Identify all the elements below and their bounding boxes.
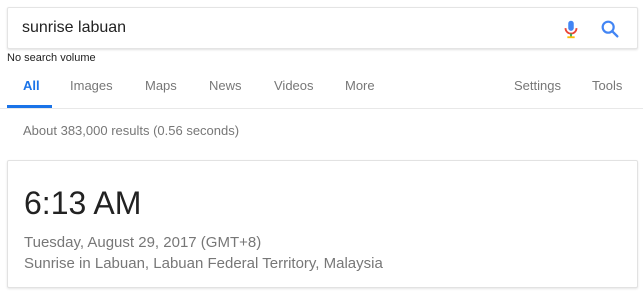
tab-videos[interactable]: Videos [274, 68, 314, 106]
tab-maps[interactable]: Maps [145, 68, 177, 106]
search-input[interactable] [22, 8, 542, 48]
sunrise-date: Tuesday, August 29, 2017 (GMT+8) [24, 234, 262, 251]
result-stats: About 383,000 results (0.56 seconds) [23, 123, 240, 138]
tab-news[interactable]: News [209, 68, 242, 106]
active-tab-indicator [7, 105, 52, 108]
microphone-icon[interactable] [560, 18, 582, 40]
sunrise-time: 6:13 AM [24, 185, 142, 221]
tab-tools[interactable]: Tools [592, 68, 622, 106]
tab-images[interactable]: Images [70, 68, 113, 106]
search-volume-note: No search volume [7, 52, 96, 64]
sunrise-location: Sunrise in Labuan, Labuan Federal Territ… [24, 255, 383, 272]
search-bar [7, 7, 638, 49]
search-icon[interactable] [599, 18, 621, 40]
sunrise-answer-card: 6:13 AM Tuesday, August 29, 2017 (GMT+8)… [7, 160, 638, 288]
search-tabs: All Images Maps News Videos More Setting… [0, 68, 643, 109]
tab-more[interactable]: More [345, 68, 375, 106]
tab-settings[interactable]: Settings [514, 68, 561, 106]
tab-all[interactable]: All [23, 68, 40, 106]
